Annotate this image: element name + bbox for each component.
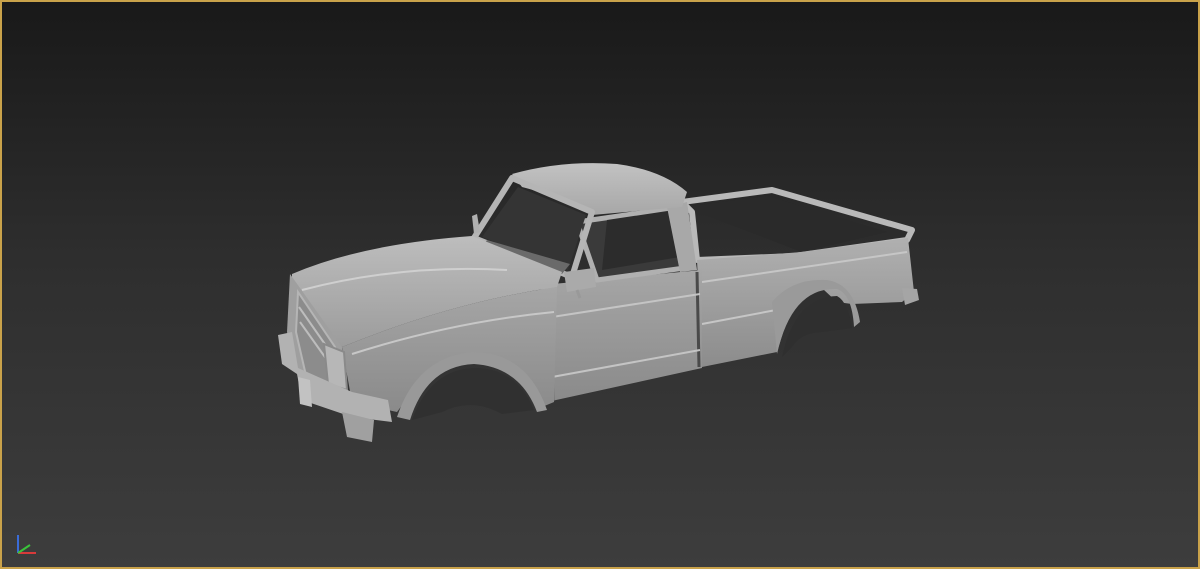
3d-viewport[interactable] [0,0,1200,569]
axis-y-icon [17,544,31,554]
truck-model[interactable] [2,2,1198,567]
door-seam [695,271,701,368]
axis-gizmo-icon [17,535,36,554]
bed-interior [685,196,887,252]
rear-bumper [902,288,919,305]
cab-side [542,270,702,402]
hood-ornament [472,214,480,234]
bumper-guard [298,377,312,407]
